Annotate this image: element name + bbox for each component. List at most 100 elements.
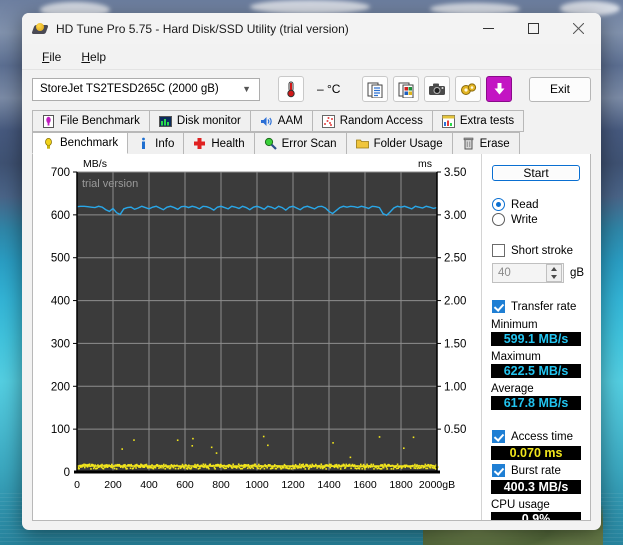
svg-text:3.00: 3.00 — [444, 210, 466, 222]
svg-text:1.50: 1.50 — [444, 338, 466, 350]
drive-select[interactable]: StoreJet TS2TESD265C (2000 gB) ▼ — [32, 77, 260, 101]
tab-info[interactable]: Info — [127, 132, 185, 154]
short-stroke-stepper[interactable]: 40 — [492, 263, 564, 283]
copy-text-icon — [367, 82, 382, 98]
content-area: trial version MB/s ms 100 200 300 400 500 600 700… — [32, 154, 591, 521]
checkbox-transfer-rate-indicator — [492, 300, 505, 313]
tab-label: Health — [211, 137, 245, 150]
svg-text:200: 200 — [51, 381, 70, 393]
svg-text:2000gB: 2000gB — [419, 479, 455, 491]
svg-text:3.50: 3.50 — [444, 167, 466, 179]
tab-label: File Benchmark — [60, 115, 140, 127]
access-time-value: 0.070 ms — [491, 446, 582, 460]
start-button-label: Start — [523, 166, 549, 180]
menu-item-file[interactable]: FFileile — [32, 48, 71, 66]
minimize-button[interactable] — [466, 13, 511, 44]
download-arrow-icon — [494, 83, 504, 95]
control-panel: Start Read Write Short stroke 40 gB Tran… — [481, 154, 590, 520]
temperature-button[interactable] — [278, 76, 304, 102]
checkbox-transfer-rate[interactable]: Transfer rate — [492, 300, 584, 313]
tab-bar: File Benchmark Disk monitor AAM Random A… — [22, 108, 601, 154]
svg-text:700: 700 — [51, 167, 70, 179]
chevron-up-icon — [551, 267, 557, 271]
exit-button[interactable]: Exit — [529, 76, 591, 102]
radio-write[interactable]: Write — [492, 213, 584, 226]
checkbox-burst-rate-label: Burst rate — [511, 464, 561, 477]
checkbox-short-stroke[interactable]: Short stroke — [492, 244, 584, 257]
burst-rate-value: 400.3 MB/s — [491, 480, 582, 494]
copy-image-button[interactable] — [393, 76, 419, 102]
radio-read-label: Read — [511, 198, 539, 211]
checkbox-access-time-indicator — [492, 430, 505, 443]
screenshot-button[interactable] — [424, 76, 450, 102]
tab-label: AAM — [277, 115, 303, 127]
short-stroke-value: 40 — [498, 267, 511, 279]
svg-text:1600: 1600 — [353, 479, 377, 491]
svg-text:1800: 1800 — [389, 479, 413, 491]
settings-button[interactable] — [455, 76, 481, 102]
svg-text:trial version: trial version — [82, 178, 138, 190]
toolbar: StoreJet TS2TESD265C (2000 gB) ▼ – °C Ex… — [22, 70, 601, 108]
svg-text:500: 500 — [51, 253, 70, 265]
tab-file-benchmark[interactable]: File Benchmark — [32, 110, 150, 132]
maximize-button[interactable] — [511, 13, 556, 44]
tab-label: Erase — [479, 137, 510, 150]
start-button[interactable]: Start — [492, 165, 581, 181]
camera-icon — [429, 83, 445, 95]
svg-text:1200: 1200 — [281, 479, 305, 491]
copy-text-button[interactable] — [362, 76, 388, 102]
average-label: Average — [491, 383, 534, 395]
benchmark-chart: trial version MB/s ms 100 200 300 400 500 600 700… — [33, 154, 481, 520]
svg-text:ms: ms — [418, 158, 432, 170]
tab-erase[interactable]: Erase — [451, 132, 520, 154]
file-benchmark-icon — [42, 114, 55, 128]
cpu-usage-label: CPU usage — [491, 499, 550, 511]
checkbox-burst-rate[interactable]: Burst rate — [492, 464, 584, 477]
menu-bar: FFileile Help — [22, 44, 601, 70]
radio-read[interactable]: Read — [492, 198, 584, 211]
folder-icon — [355, 137, 369, 150]
tab-error-scan[interactable]: Error Scan — [253, 132, 347, 154]
tab-label: Benchmark — [60, 137, 119, 149]
magnifier-icon — [264, 137, 277, 150]
close-button[interactable] — [556, 13, 601, 44]
stepper-arrows[interactable] — [546, 264, 562, 282]
svg-text:100: 100 — [51, 424, 70, 436]
tab-label: Error Scan — [281, 137, 337, 150]
exit-button-label: Exit — [549, 82, 570, 96]
tab-label: Info — [155, 137, 175, 150]
tab-aam[interactable]: AAM — [249, 110, 313, 132]
checkbox-short-stroke-label: Short stroke — [511, 244, 573, 257]
copy-image-icon — [398, 82, 413, 98]
minimum-value: 599.1 MB/s — [491, 332, 582, 346]
lightbulb-icon — [42, 137, 55, 150]
chevron-down-icon — [551, 275, 557, 279]
tab-label: Folder Usage — [373, 137, 443, 150]
svg-text:300: 300 — [51, 338, 70, 350]
svg-text:2.00: 2.00 — [444, 296, 466, 308]
tab-label: Disk monitor — [176, 115, 241, 127]
svg-text:600: 600 — [51, 210, 70, 222]
hard-disk-icon — [31, 21, 49, 37]
svg-text:400: 400 — [51, 296, 70, 308]
checkbox-access-time[interactable]: Access time — [492, 430, 584, 443]
maximum-label: Maximum — [491, 351, 541, 363]
gears-icon — [460, 82, 476, 95]
tab-extra-tests[interactable]: Extra tests — [431, 110, 525, 132]
menu-item-help[interactable]: Help — [71, 48, 116, 66]
svg-text:600: 600 — [176, 479, 194, 491]
chevron-down-icon: ▼ — [242, 84, 251, 94]
svg-text:800: 800 — [212, 479, 230, 491]
tab-random-access[interactable]: Random Access — [311, 110, 433, 132]
tab-health[interactable]: Health — [183, 132, 255, 154]
tab-folder-usage[interactable]: Folder Usage — [345, 132, 453, 154]
svg-text:1400: 1400 — [317, 479, 341, 491]
application-window: HD Tune Pro 5.75 - Hard Disk/SSD Utility… — [22, 13, 601, 530]
svg-text:400: 400 — [140, 479, 158, 491]
svg-text:0: 0 — [64, 467, 70, 479]
info-icon — [137, 137, 150, 150]
tab-disk-monitor[interactable]: Disk monitor — [148, 110, 251, 132]
short-stroke-unit: gB — [570, 267, 585, 279]
download-button[interactable] — [486, 76, 512, 102]
tab-benchmark[interactable]: Benchmark — [32, 132, 129, 154]
